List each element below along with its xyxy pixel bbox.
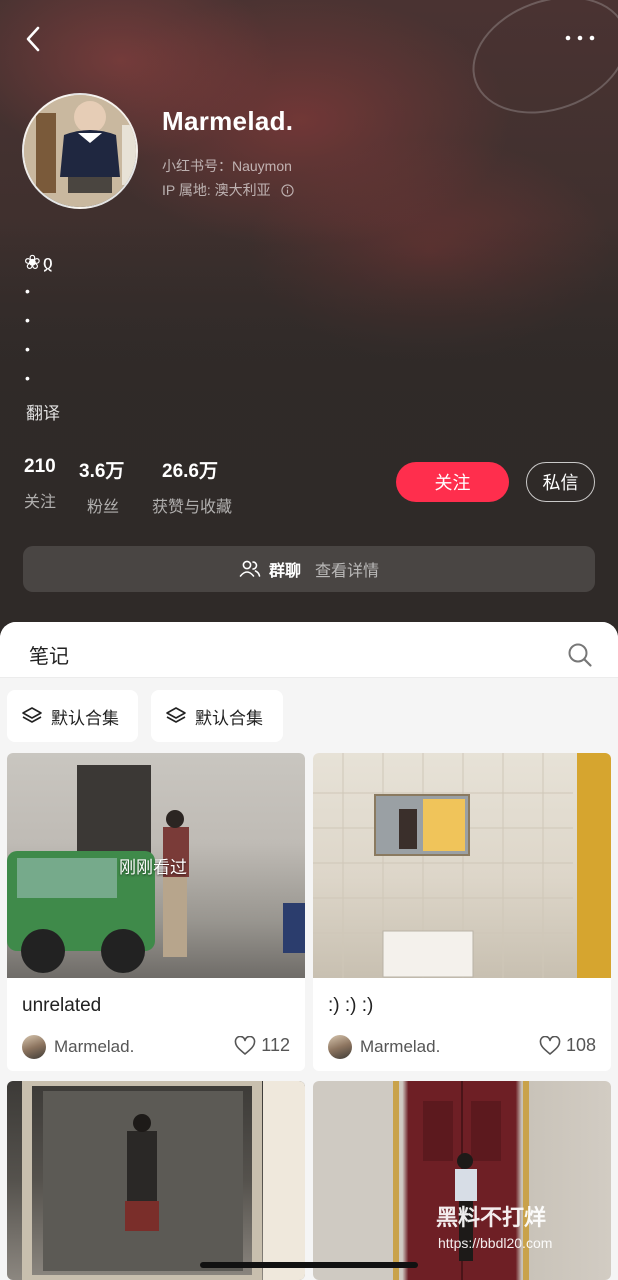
profile-nickname: Marmelad. bbox=[162, 106, 294, 136]
layers-icon bbox=[166, 707, 186, 723]
bio-line: • bbox=[25, 341, 30, 357]
stat-following[interactable]: 210 关注 bbox=[24, 456, 56, 512]
ip-location-text: IP 属地: 澳大利亚 bbox=[162, 182, 271, 198]
album-chip[interactable]: 默认合集 bbox=[151, 690, 283, 742]
author-name: Marmelad. bbox=[54, 1037, 135, 1056]
profile-bio: ❀ჲ • • • • bbox=[24, 250, 55, 385]
bio-line: • bbox=[25, 283, 30, 299]
stat-followers[interactable]: 3.6万 粉丝 bbox=[79, 456, 124, 517]
like-button[interactable]: 108 bbox=[539, 1035, 596, 1056]
recently-viewed-badge: 刚刚看过 bbox=[119, 858, 187, 877]
note-title: :) :) :) bbox=[328, 995, 374, 1016]
album-label: 默认合集 bbox=[51, 708, 119, 728]
note-card[interactable]: 刚刚看过 unrelated Marmelad. 112 bbox=[7, 753, 305, 1071]
bio-emoji: ❀ჲ bbox=[24, 252, 55, 274]
group-users-icon bbox=[239, 560, 261, 577]
heart-icon bbox=[234, 1035, 256, 1055]
author-name: Marmelad. bbox=[360, 1037, 441, 1056]
stat-following-value: 210 bbox=[24, 456, 56, 477]
translate-link[interactable]: 翻译 bbox=[26, 399, 60, 424]
note-card[interactable]: :) :) :) Marmelad. 108 bbox=[313, 753, 611, 1071]
stat-followers-value: 3.6万 bbox=[79, 461, 125, 482]
album-label: 默认合集 bbox=[195, 708, 263, 728]
author-avatar bbox=[22, 1035, 46, 1059]
note-cover-image bbox=[313, 753, 611, 978]
avatar-photo-icon bbox=[24, 95, 136, 207]
album-chip[interactable]: 默认合集 bbox=[7, 690, 138, 742]
stat-followers-label: 粉丝 bbox=[87, 499, 120, 516]
group-chat-detail: 查看详情 bbox=[315, 563, 380, 580]
like-button[interactable]: 112 bbox=[234, 1035, 290, 1056]
stat-likes-value: 26.6万 bbox=[162, 461, 218, 482]
stat-likes-label: 获赞与收藏 bbox=[152, 499, 233, 516]
message-button[interactable]: 私信 bbox=[526, 462, 595, 502]
layers-icon bbox=[22, 707, 42, 723]
watermark-logo: 黑料不打烊 bbox=[436, 1205, 547, 1230]
chevron-left-icon bbox=[26, 26, 40, 52]
profile-id: 小红书号：Nauymon bbox=[162, 158, 292, 174]
author-avatar bbox=[328, 1035, 352, 1059]
stat-following-label: 关注 bbox=[24, 494, 57, 511]
watermark-url: https://bbdl20.com bbox=[438, 1235, 553, 1251]
tab-notes[interactable]: 笔记 bbox=[29, 640, 69, 669]
home-indicator[interactable] bbox=[200, 1262, 418, 1268]
note-card[interactable] bbox=[7, 1081, 305, 1280]
follow-button[interactable]: 关注 bbox=[396, 462, 509, 502]
more-options-button[interactable] bbox=[560, 24, 600, 52]
notes-tab-bar: 笔记 bbox=[0, 622, 618, 678]
more-dots-icon bbox=[565, 35, 595, 41]
info-icon[interactable] bbox=[281, 183, 294, 197]
bio-line: • bbox=[25, 370, 30, 386]
notes-sheet: 笔记 默认合集 默认合集 刚刚看过 unrelated Marmelad. 11… bbox=[0, 622, 618, 1280]
note-author[interactable]: Marmelad. bbox=[22, 1035, 134, 1059]
note-photo-icon bbox=[313, 753, 611, 978]
group-chat-title: 群聊 bbox=[268, 563, 301, 580]
avatar[interactable] bbox=[22, 93, 138, 209]
search-icon bbox=[568, 643, 592, 667]
group-chat-bar[interactable]: 群聊 查看详情 bbox=[23, 546, 595, 592]
profile-header: Marmelad. 小红书号：Nauymon IP 属地: 澳大利亚 ❀ჲ • … bbox=[0, 0, 618, 650]
note-photo-icon bbox=[22, 1081, 305, 1280]
ip-location: IP 属地: 澳大利亚 bbox=[162, 180, 294, 200]
bio-line: • bbox=[25, 312, 30, 328]
note-author[interactable]: Marmelad. bbox=[328, 1035, 440, 1059]
like-count: 108 bbox=[565, 1035, 596, 1055]
search-button[interactable] bbox=[566, 641, 594, 669]
header-background-decoration bbox=[456, 0, 618, 135]
back-button[interactable] bbox=[16, 22, 50, 56]
heart-icon bbox=[539, 1035, 561, 1055]
like-count: 112 bbox=[261, 1035, 290, 1055]
note-cover-image bbox=[7, 1081, 305, 1280]
note-title: unrelated bbox=[22, 995, 102, 1016]
stat-likes-collects[interactable]: 26.6万 获赞与收藏 bbox=[152, 456, 232, 517]
note-cover-image: 刚刚看过 bbox=[7, 753, 305, 978]
